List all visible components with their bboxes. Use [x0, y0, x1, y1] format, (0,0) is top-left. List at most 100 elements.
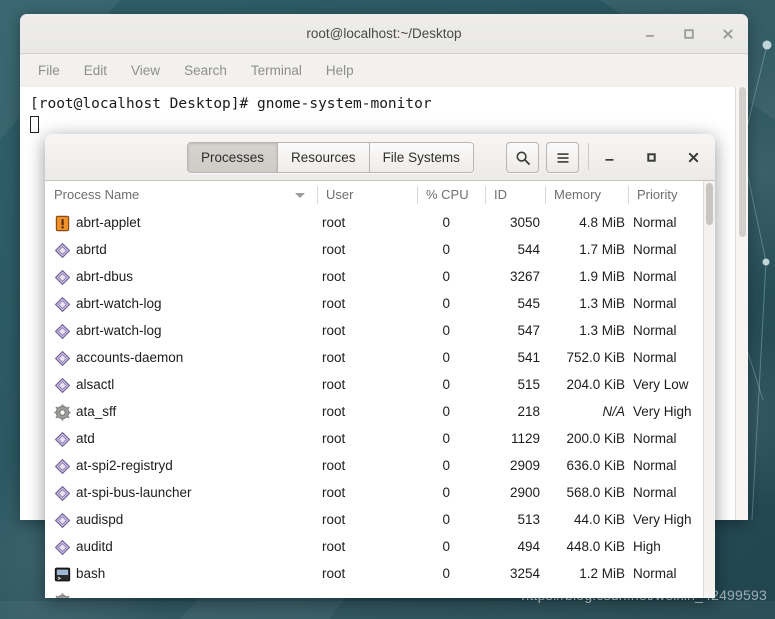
- process-priority-cell: Normal: [633, 269, 677, 284]
- sort-descending-icon: [295, 193, 305, 198]
- process-list-scrollbar[interactable]: [703, 181, 715, 598]
- process-memory-cell: 200.0 KiB: [566, 431, 625, 446]
- generic-process-icon: [54, 511, 71, 529]
- terminal-scrollbar[interactable]: [735, 87, 748, 520]
- terminal-icon: [54, 565, 71, 582]
- menu-button[interactable]: [546, 142, 579, 173]
- process-priority-cell: Normal: [633, 485, 677, 500]
- column-header-process-name[interactable]: Process Name: [45, 181, 317, 209]
- system-monitor-headerbar[interactable]: Processes Resources File Systems: [45, 134, 715, 181]
- process-user-cell: root: [322, 350, 346, 365]
- desktop-background: root@localhost:~/Desktop File Edit View …: [0, 0, 775, 619]
- process-memory-cell: 1.7 MiB: [579, 242, 625, 257]
- terminal-menu-edit[interactable]: Edit: [84, 63, 107, 78]
- generic-process-icon: [54, 268, 71, 286]
- column-header-memory[interactable]: Memory: [545, 181, 628, 209]
- process-name-cell: abrt-watch-log: [76, 323, 162, 338]
- system-monitor-window[interactable]: Processes Resources File Systems Process…: [45, 134, 715, 598]
- process-cpu-cell: 0: [442, 242, 450, 257]
- process-row[interactable]: abrt-applet root 0 3050 4.8 MiB Normal: [45, 209, 703, 236]
- generic-process-icon: [54, 430, 71, 448]
- process-priority-cell: Normal: [633, 566, 677, 581]
- tab-file-systems[interactable]: File Systems: [369, 143, 473, 172]
- process-id-cell: 544: [517, 242, 540, 257]
- process-cpu-cell: 0: [442, 323, 450, 338]
- process-row[interactable]: at-spi-bus-launcher root 0 2900 568.0 KiB Nor…: [45, 479, 703, 506]
- search-icon: [515, 150, 530, 165]
- system-monitor-close-button[interactable]: [684, 148, 702, 166]
- generic-process-icon: [54, 457, 71, 475]
- column-header-cpu[interactable]: % CPU: [417, 181, 485, 209]
- process-user-cell: root: [322, 323, 346, 338]
- process-memory-cell: 752.0 KiB: [566, 350, 625, 365]
- process-name-cell: alsactl: [76, 377, 115, 392]
- process-priority-cell: High: [633, 539, 661, 554]
- process-row[interactable]: bash root 0 3254 1.2 MiB Normal: [45, 560, 703, 587]
- process-row[interactable]: abrtd root 0 544 1.7 MiB Normal: [45, 236, 703, 263]
- system-monitor-maximize-button[interactable]: [642, 148, 660, 166]
- process-row[interactable]: audispd root 0 513 44.0 KiB Very High: [45, 506, 703, 533]
- column-header-priority[interactable]: Priority: [628, 181, 715, 209]
- kernel-thread-icon: [55, 593, 70, 598]
- process-id-cell: 515: [517, 377, 540, 392]
- terminal-scrollbar-thumb[interactable]: [739, 87, 746, 237]
- system-monitor-window-controls: [600, 134, 702, 180]
- process-id-cell: 494: [517, 539, 540, 554]
- process-list[interactable]: abrt-applet root 0 3050 4.8 MiB Normal abrtd ro…: [45, 209, 703, 598]
- process-user-cell: root: [322, 458, 346, 473]
- process-user-cell: root: [322, 512, 346, 527]
- abrt-applet-icon: [55, 215, 70, 232]
- column-header-user[interactable]: User: [317, 181, 417, 209]
- process-row[interactable]: atd root 0 1129 200.0 KiB Normal: [45, 425, 703, 452]
- search-button[interactable]: [506, 142, 539, 173]
- process-memory-cell: 448.0 KiB: [566, 539, 625, 554]
- process-user-cell: root: [322, 404, 346, 419]
- terminal-menu-help[interactable]: Help: [326, 63, 354, 78]
- process-row[interactable]: abrt-dbus root 0 3267 1.9 MiB Normal: [45, 263, 703, 290]
- abrt-applet-icon: [54, 214, 71, 232]
- process-row[interactable]: at-spi2-registryd root 0 2909 636.0 KiB Norma…: [45, 452, 703, 479]
- terminal-menu-search[interactable]: Search: [184, 63, 227, 78]
- process-row[interactable]: ata_sff root 0 218 N/A Very High: [45, 398, 703, 425]
- process-row[interactable]: auditd root 0 494 448.0 KiB High: [45, 533, 703, 560]
- process-cpu-cell: 0: [442, 485, 450, 500]
- terminal-titlebar[interactable]: root@localhost:~/Desktop: [20, 14, 748, 54]
- process-id-cell: 218: [517, 404, 540, 419]
- process-row[interactable]: abrt-watch-log root 0 547 1.3 MiB Normal: [45, 317, 703, 344]
- generic-process-icon: [54, 539, 71, 556]
- process-cpu-cell: 0: [442, 458, 450, 473]
- terminal-icon: [54, 567, 71, 582]
- tab-resources[interactable]: Resources: [278, 143, 370, 172]
- system-monitor-minimize-button[interactable]: [600, 148, 618, 166]
- terminal-menu-terminal[interactable]: Terminal: [251, 63, 302, 78]
- terminal-close-button[interactable]: [719, 25, 736, 42]
- tab-processes[interactable]: Processes: [188, 143, 279, 172]
- kernel-thread-icon: [54, 404, 71, 421]
- process-priority-cell: Normal: [633, 350, 677, 365]
- generic-process-icon: [54, 512, 71, 529]
- process-row[interactable]: abrt-watch-log root 0 545 1.3 MiB Normal: [45, 290, 703, 317]
- process-priority-cell: Normal: [633, 323, 677, 338]
- process-memory-cell: 44.0 KiB: [573, 512, 625, 527]
- process-cpu-cell: 0: [442, 404, 450, 419]
- process-id-cell: 2900: [509, 485, 540, 500]
- process-memory-cell: 1.3 MiB: [579, 323, 625, 338]
- process-memory-cell: 568.0 KiB: [566, 485, 625, 500]
- process-memory-cell: 1.9 MiB: [579, 269, 625, 284]
- process-user-cell: root: [322, 539, 346, 554]
- process-name-cell: accounts-daemon: [76, 350, 184, 365]
- kernel-thread-icon: [54, 403, 71, 421]
- column-header-id[interactable]: ID: [485, 181, 545, 209]
- generic-process-icon: [54, 377, 71, 394]
- generic-process-icon: [54, 485, 71, 502]
- process-id-cell: 541: [517, 350, 540, 365]
- generic-process-icon: [54, 376, 71, 394]
- process-list-scrollbar-thumb[interactable]: [706, 183, 713, 225]
- terminal-minimize-button[interactable]: [641, 25, 658, 42]
- process-row[interactable]: accounts-daemon root 0 541 752.0 KiB Normal: [45, 344, 703, 371]
- terminal-menu-file[interactable]: File: [38, 63, 60, 78]
- terminal-maximize-button[interactable]: [680, 25, 697, 42]
- process-row[interactable]: alsactl root 0 515 204.0 KiB Very Low: [45, 371, 703, 398]
- terminal-menu-view[interactable]: View: [131, 63, 160, 78]
- process-id-cell: 3050: [509, 215, 540, 230]
